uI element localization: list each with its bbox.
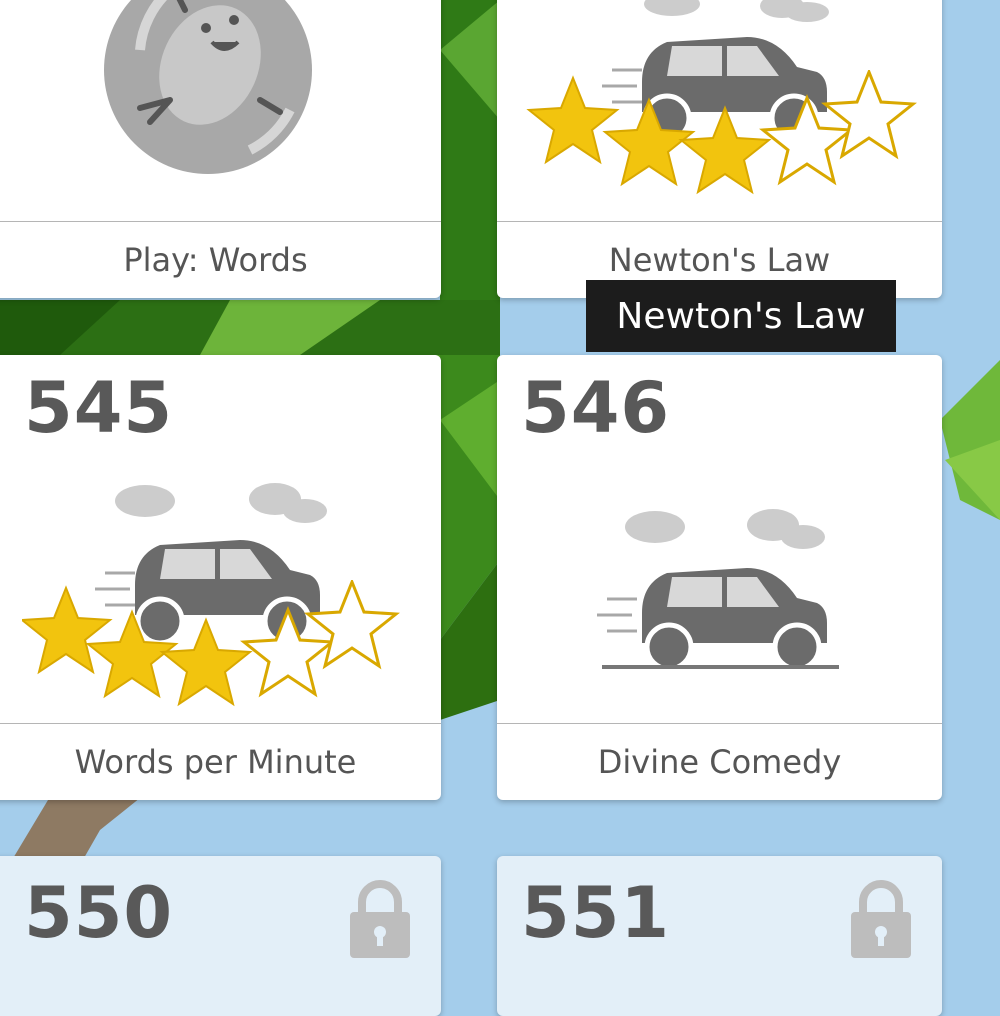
card-label: Play: Words (0, 221, 441, 298)
level-card-546[interactable]: 546 Divine Comedy (497, 355, 942, 800)
star-filled-icon (680, 107, 770, 193)
level-card-play-words[interactable]: Play: Words (0, 0, 441, 298)
star-empty-icon (306, 580, 398, 668)
star-filled-icon (604, 99, 694, 185)
level-card-545[interactable]: 545 Words per Minute (0, 355, 441, 800)
tooltip: Newton's Law (586, 280, 896, 352)
level-card-550-locked[interactable]: 550 (0, 856, 441, 1016)
level-number: 546 (521, 367, 671, 449)
lock-icon (350, 880, 410, 958)
level-card-newtons-law[interactable]: Newton's Law (497, 0, 942, 298)
card-label: Divine Comedy (497, 723, 942, 800)
star-filled-icon (528, 77, 618, 163)
level-number: 545 (24, 367, 174, 449)
level-card-551-locked[interactable]: 551 (497, 856, 942, 1016)
star-rating (517, 70, 917, 210)
star-filled-icon (21, 587, 111, 673)
lock-icon (851, 880, 911, 958)
mascot-medallion-icon (104, 0, 312, 174)
level-number: 551 (521, 872, 671, 954)
level-number: 550 (24, 872, 174, 954)
star-filled-icon (161, 619, 251, 705)
race-car-illustration (597, 509, 839, 672)
star-empty-icon (823, 70, 915, 158)
card-label: Words per Minute (0, 723, 441, 800)
star-rating (21, 580, 422, 720)
